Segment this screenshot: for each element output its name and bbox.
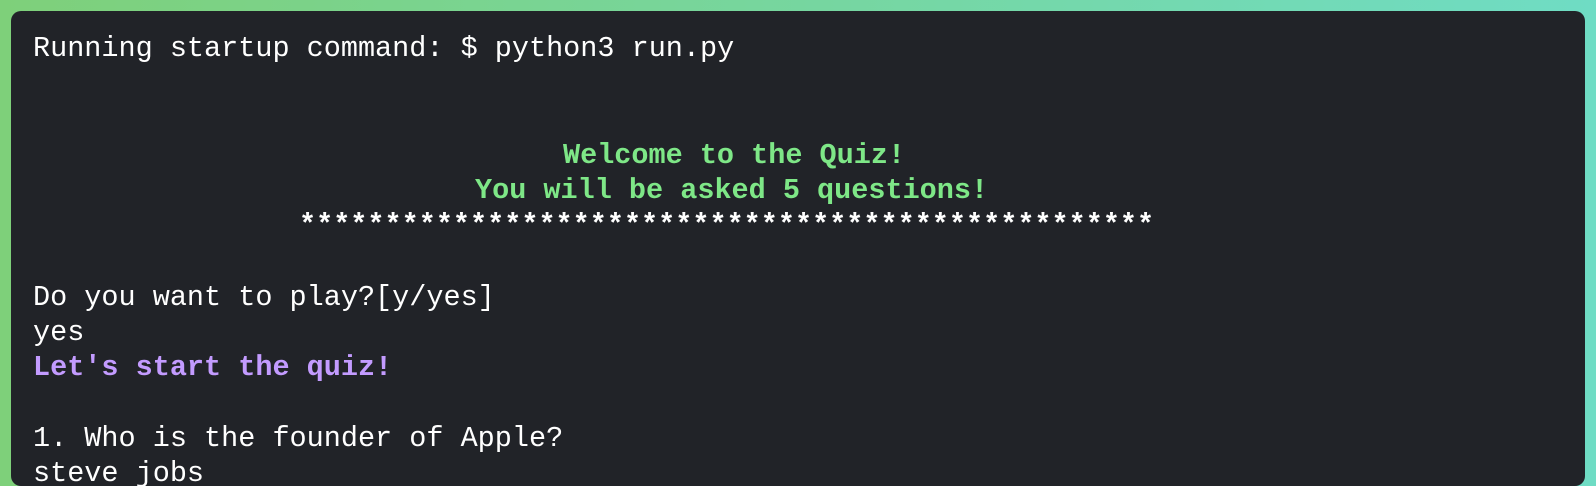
startup-command-line: Running startup command: $ python3 run.p… [33,32,735,65]
question-1: 1. Who is the founder of Apple? [33,422,564,455]
user-answer: yes [33,316,85,349]
terminal-window[interactable]: Running startup command: $ python3 run.p… [11,11,1585,486]
questions-count-message: You will be asked 5 questions! [475,174,989,207]
welcome-message: Welcome to the Quiz! [563,139,906,172]
play-prompt: Do you want to play?[y/yes] [33,281,495,314]
answer-input-line[interactable]: steve jobs [33,456,204,486]
start-quiz-message: Let's start the quiz! [33,351,393,384]
separator-stars: ****************************************… [299,209,1155,242]
